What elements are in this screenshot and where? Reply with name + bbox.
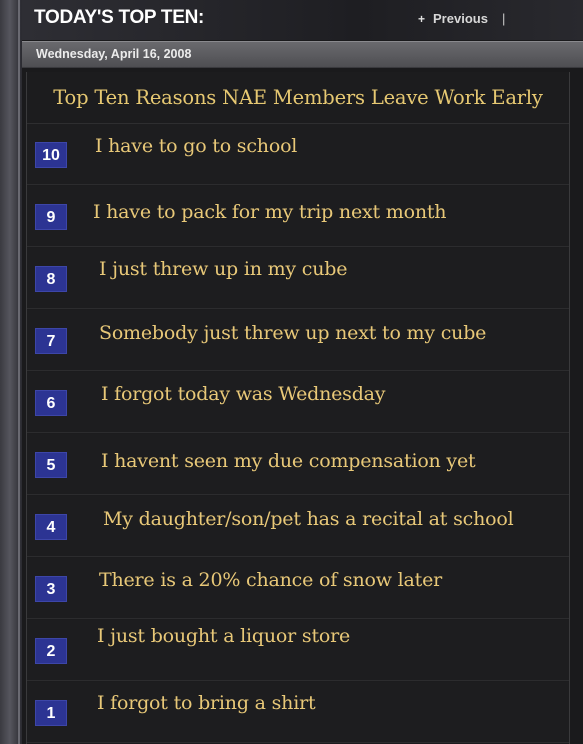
list-item: 9 I have to pack for my trip next month xyxy=(27,186,569,247)
rank-badge: 9 xyxy=(35,204,67,230)
list-title: Top Ten Reasons NAE Members Leave Work E… xyxy=(27,72,569,124)
list-item: 10 I have to go to school xyxy=(27,124,569,185)
plus-icon: + xyxy=(418,11,426,26)
separator-bar: | xyxy=(501,11,506,26)
reason-text: I forgot today was Wednesday xyxy=(101,383,386,405)
reason-text: I have to pack for my trip next month xyxy=(93,201,447,223)
rank-badge: 2 xyxy=(35,638,67,664)
rank-badge: 1 xyxy=(35,700,67,726)
list-item: 6 I forgot today was Wednesday xyxy=(27,372,569,433)
list-item: 1 I forgot to bring a shirt xyxy=(27,682,569,743)
list-item: 3 There is a 20% chance of snow later xyxy=(27,558,569,619)
previous-label[interactable]: Previous xyxy=(433,11,488,26)
reason-text: I have to go to school xyxy=(95,135,298,157)
reason-text: I just bought a liquor store xyxy=(97,625,351,647)
rank-badge: 4 xyxy=(35,514,67,540)
reason-text: My daughter/son/pet has a recital at sch… xyxy=(103,508,514,530)
rank-badge: 5 xyxy=(35,452,67,478)
rank-badge: 8 xyxy=(35,266,67,292)
reason-text: Somebody just threw up next to my cube xyxy=(99,322,487,344)
reason-text: There is a 20% chance of snow later xyxy=(99,569,442,591)
list-item: 7 Somebody just threw up next to my cube xyxy=(27,310,569,371)
date-bar: Wednesday, April 16, 2008 xyxy=(22,41,583,68)
rank-badge: 3 xyxy=(35,576,67,602)
left-edge-bar xyxy=(0,0,22,744)
header-title: TODAY'S TOP TEN: xyxy=(34,7,205,28)
date-text: Wednesday, April 16, 2008 xyxy=(36,47,192,61)
rank-badge: 6 xyxy=(35,390,67,416)
top-ten-panel: Top Ten Reasons NAE Members Leave Work E… xyxy=(26,72,570,744)
reason-text: I havent seen my due compensation yet xyxy=(101,450,476,472)
reason-text: I forgot to bring a shirt xyxy=(97,692,316,714)
reason-text: I just threw up in my cube xyxy=(99,258,348,280)
rank-badge: 10 xyxy=(35,142,67,168)
list-item: 2 I just bought a liquor store xyxy=(27,620,569,681)
list-item: 8 I just threw up in my cube xyxy=(27,248,569,309)
list-item: 4 My daughter/son/pet has a recital at s… xyxy=(27,496,569,557)
previous-link[interactable]: + Previous | xyxy=(418,11,505,26)
top-ten-header: TODAY'S TOP TEN: + Previous | xyxy=(22,0,583,40)
list-item: 5 I havent seen my due compensation yet xyxy=(27,434,569,495)
rank-badge: 7 xyxy=(35,328,67,354)
